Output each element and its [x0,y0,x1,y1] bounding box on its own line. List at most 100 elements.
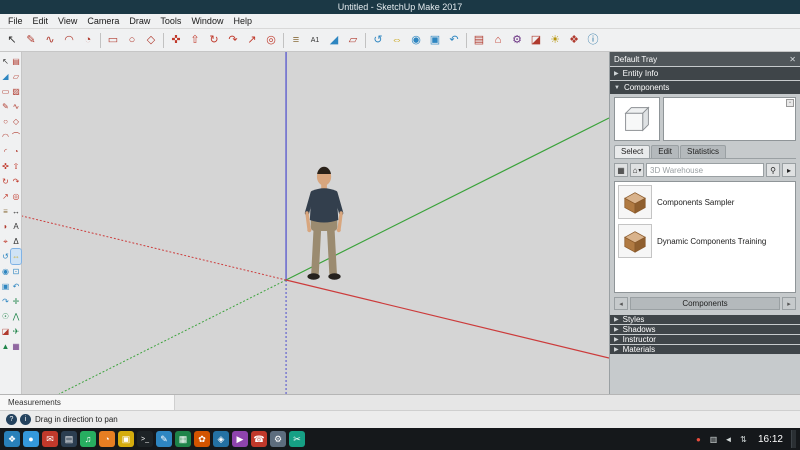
paint-bucket-tool[interactable]: ◢ [325,31,343,49]
paint-bucket-tool[interactable]: ◢ [1,69,11,84]
menu-window[interactable]: Window [186,14,228,28]
polygon-tool[interactable]: ◇ [11,114,21,129]
rotate-tool[interactable]: ↻ [205,31,223,49]
clipboard-icon[interactable]: ▥ [707,432,720,446]
section-shadows[interactable]: ▶Shadows [610,325,800,334]
section-components[interactable]: ▼ Components [610,81,800,94]
text-tool[interactable]: A [11,219,21,234]
styles-icon[interactable]: ❖ [565,31,583,49]
zoom-tool[interactable]: ◉ [407,31,425,49]
move-tool[interactable]: ✜ [1,159,11,174]
tape-measure-tool[interactable]: ≡ [287,31,305,49]
make-component-tool[interactable]: ▤ [470,31,488,49]
info-icon[interactable]: i [20,414,31,425]
menu-file[interactable]: File [3,14,28,28]
line-tool[interactable]: ✎ [1,99,11,114]
menu-view[interactable]: View [53,14,82,28]
music-player-icon[interactable]: ♫ [80,431,96,447]
tab-statistics[interactable]: Statistics [680,145,726,158]
close-icon[interactable]: ✕ [789,55,796,64]
firefox-icon[interactable]: ◔ [99,431,115,447]
downloads-folder-icon[interactable]: ▣ [118,431,134,447]
dimension-tool[interactable]: ↔ [11,204,21,219]
model-info-icon[interactable]: ⓘ [584,31,602,49]
email-icon[interactable]: ✉ [42,431,58,447]
menu-tools[interactable]: Tools [155,14,186,28]
terminal-icon[interactable]: >_ [137,431,153,447]
app-launcher-icon[interactable]: ❖ [4,431,20,447]
section-styles[interactable]: ▶Styles [610,315,800,324]
view-options-button[interactable]: ▦ [614,163,628,177]
rectangle-tool[interactable]: ▭ [104,31,122,49]
orbit-tool[interactable]: ↺ [369,31,387,49]
follow-me-tool[interactable]: ↷ [224,31,242,49]
nav-back-button[interactable]: ◂ [614,297,628,310]
pie-tool[interactable]: ◔ [79,31,97,49]
shadows-toggle[interactable]: ☀ [546,31,564,49]
section-entity-info[interactable]: ▶ Entity Info [610,67,800,80]
select-tool[interactable]: ↖ [1,54,11,69]
text-tool[interactable]: A1 [306,31,324,49]
make-component-tool[interactable]: ▤ [11,54,21,69]
components-collection-label[interactable]: Components [630,297,780,310]
in-model-button[interactable]: ⌂ ▾ [630,163,644,177]
section-plane-tool[interactable]: ◪ [527,31,545,49]
warehouse-search-input[interactable] [646,163,764,177]
image-editor-icon[interactable]: ✿ [194,431,210,447]
tape-measure-tool[interactable]: ≡ [1,204,11,219]
chat-icon[interactable]: ☎ [251,431,267,447]
help-icon[interactable]: ? [6,414,17,425]
tab-edit[interactable]: Edit [651,145,679,158]
menu-draw[interactable]: Draw [124,14,155,28]
three-d-text-tool[interactable]: Δ [11,234,21,249]
model-viewport[interactable] [22,52,609,394]
two-point-arc-tool[interactable]: ⌒ [11,129,21,144]
network-icon[interactable]: ⇅ [737,432,750,446]
push-pull-tool[interactable]: ⇧ [11,159,21,174]
menu-camera[interactable]: Camera [82,14,124,28]
freehand-tool[interactable]: ∿ [11,99,21,114]
walk-tool[interactable]: ⋀ [11,309,21,324]
notifications-icon[interactable]: ● [692,432,705,446]
menu-edit[interactable]: Edit [28,14,54,28]
zoom-extents-tool[interactable]: ▣ [426,31,444,49]
circle-tool[interactable]: ○ [123,31,141,49]
orbit-tool[interactable]: ↺ [1,249,11,264]
warehouse-3d-icon[interactable]: ⌂ [489,31,507,49]
arc-tool[interactable]: ◠ [1,129,11,144]
package-manager-icon[interactable]: ▦ [175,431,191,447]
settings-icon[interactable]: ⚙ [270,431,286,447]
freehand-tool[interactable]: ∿ [41,31,59,49]
look-around-tool[interactable]: ☉ [1,309,11,324]
push-pull-tool[interactable]: ⇧ [186,31,204,49]
arc-tool[interactable]: ◠ [60,31,78,49]
screenshot-icon[interactable]: ✂ [289,431,305,447]
component-description-box[interactable]: ▫ [663,97,796,141]
select-tool[interactable]: ↖ [3,31,21,49]
ide-icon[interactable]: ◈ [213,431,229,447]
menu-help[interactable]: Help [228,14,257,28]
measurements-field[interactable]: Measurements [0,395,175,410]
rotated-rectangle-tool[interactable]: ▨ [11,84,21,99]
section-plane-tool[interactable]: ◪ [1,324,11,339]
volume-icon[interactable]: ◄ [722,432,735,446]
zoom-tool[interactable]: ◉ [1,264,11,279]
nav-forward-button[interactable]: ▸ [782,297,796,310]
photo-textures-tool[interactable]: ▦ [11,339,21,354]
zoom-extents-tool[interactable]: ▣ [1,279,11,294]
rectangle-tool[interactable]: ▭ [1,84,11,99]
previous-view-tool[interactable]: ↶ [11,279,21,294]
extension-warehouse-icon[interactable]: ⚙ [508,31,526,49]
section-materials[interactable]: ▶Materials [610,345,800,354]
add-location-tool[interactable]: ✈ [11,324,21,339]
clock[interactable]: 16:12 [753,434,788,445]
component-item[interactable]: Dynamic Components Training [618,224,792,258]
eraser-tool[interactable]: ▱ [11,69,21,84]
three-point-arc-tool[interactable]: ◜ [1,144,11,159]
section-instructor[interactable]: ▶Instructor [610,335,800,344]
offset-tool[interactable]: ◎ [262,31,280,49]
move-tool[interactable]: ✜ [167,31,185,49]
previous-view-tool[interactable]: ↶ [445,31,463,49]
tab-select[interactable]: Select [614,145,650,158]
protractor-tool[interactable]: ◗ [1,219,11,234]
